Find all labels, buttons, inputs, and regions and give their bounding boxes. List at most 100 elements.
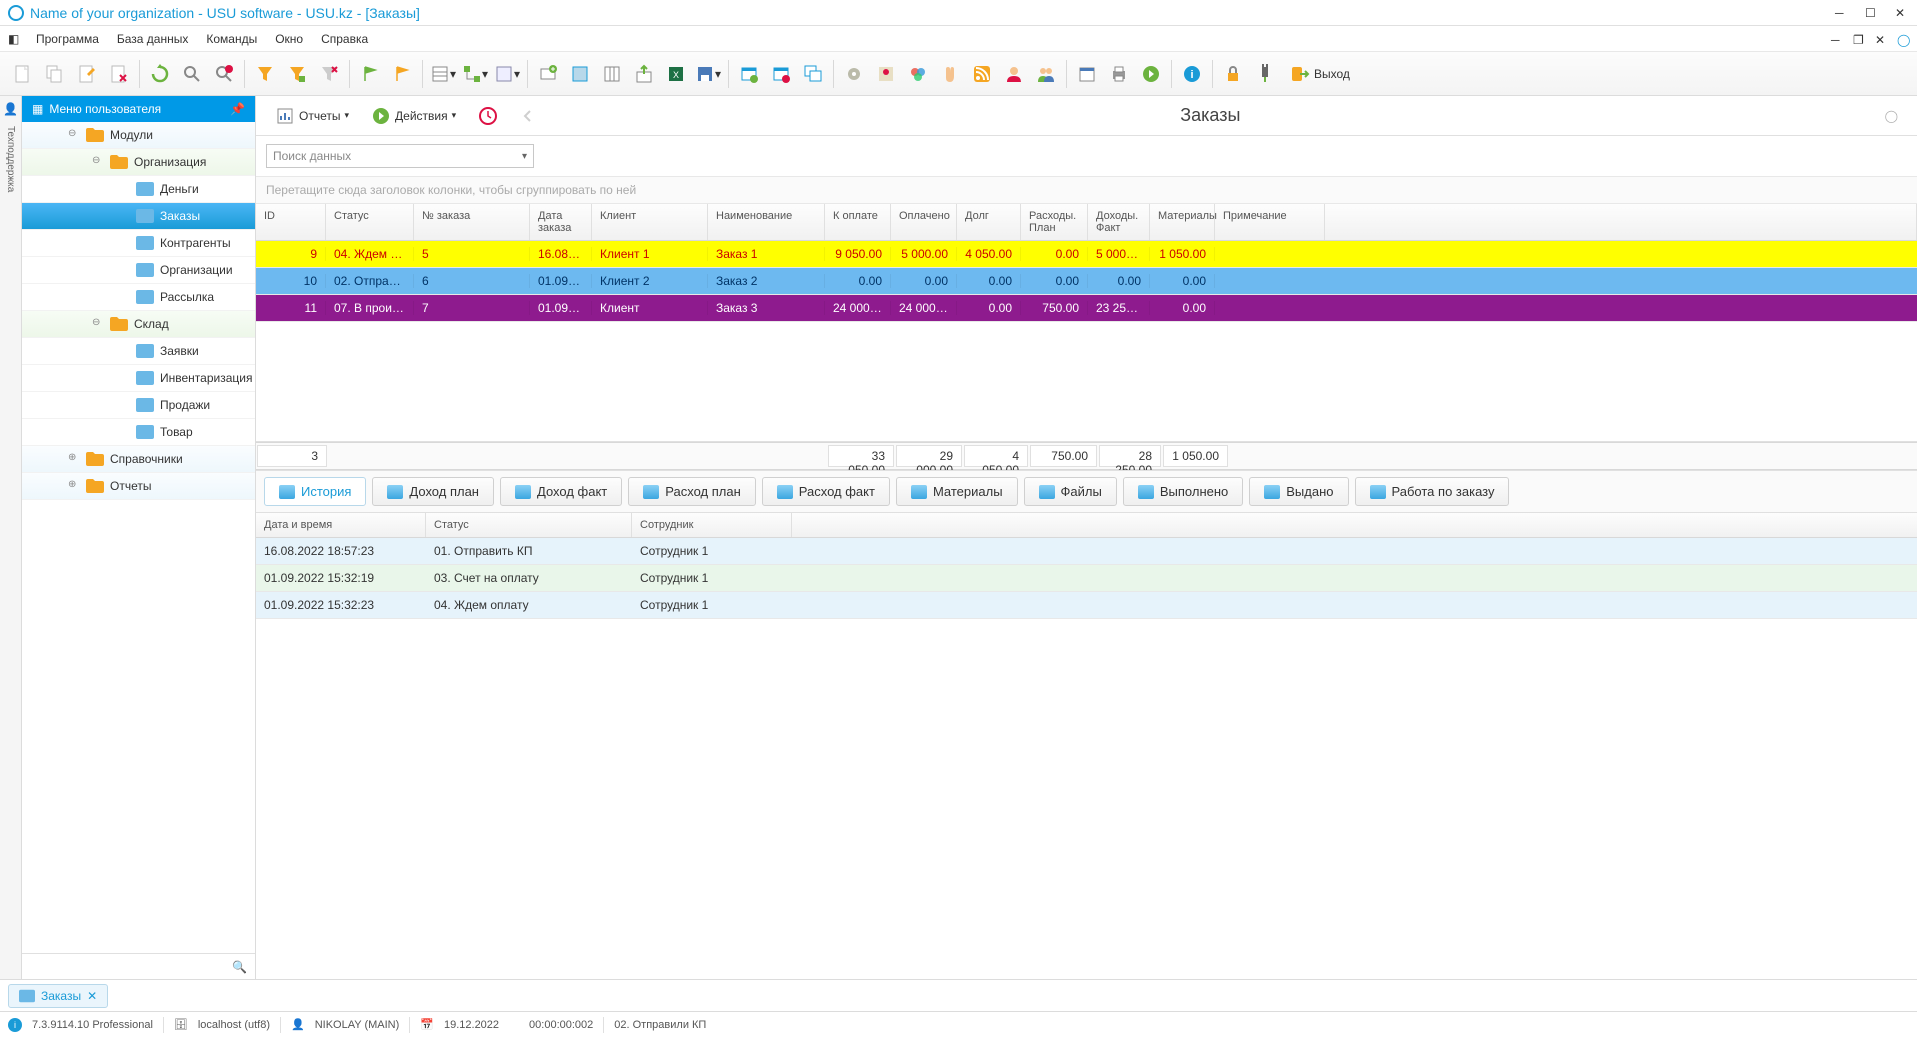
tb-edit-icon[interactable] [72, 59, 102, 89]
minimize-button[interactable]: ─ [1835, 6, 1849, 20]
tb-search-clear-icon[interactable] [209, 59, 239, 89]
col-mat[interactable]: Материалы [1150, 204, 1215, 240]
col-note[interactable]: Примечание [1215, 204, 1325, 240]
menu-database[interactable]: База данных [109, 28, 196, 50]
tree-warehouse[interactable]: ⊖Склад [22, 311, 255, 338]
col-paid[interactable]: Оплачено [891, 204, 957, 240]
tab-Выдано[interactable]: Выдано [1249, 477, 1348, 506]
tb-flag-green-icon[interactable] [355, 59, 385, 89]
reports-button[interactable]: Отчеты▾ [266, 101, 358, 131]
content-menu-button[interactable]: ◯ [1876, 104, 1907, 128]
hcol-employee[interactable]: Сотрудник [632, 513, 792, 537]
col-client[interactable]: Клиент [592, 204, 708, 240]
tb-columns-dd-icon[interactable]: ▾ [428, 59, 458, 89]
back-button[interactable] [511, 103, 545, 129]
grid-row[interactable]: 904. Ждем оплату516.08.2022Клиент 1Заказ… [256, 241, 1917, 268]
tb-export-icon[interactable] [629, 59, 659, 89]
hcol-datetime[interactable]: Дата и время [256, 513, 426, 537]
tb-hand-icon[interactable] [935, 59, 965, 89]
tb-flag-orange-icon[interactable] [387, 59, 417, 89]
tb-search-icon[interactable] [177, 59, 207, 89]
tab-Работа по заказу[interactable]: Работа по заказу [1355, 477, 1510, 506]
history-row[interactable]: 01.09.2022 15:32:1903. Счет на оплатуСот… [256, 565, 1917, 592]
tb-info-icon[interactable]: i [1177, 59, 1207, 89]
col-expplan[interactable]: Расходы. План [1021, 204, 1088, 240]
tb-color-icon[interactable] [903, 59, 933, 89]
tb-window-close-icon[interactable] [766, 59, 796, 89]
col-status[interactable]: Статус [326, 204, 414, 240]
menu-commands[interactable]: Команды [198, 28, 265, 50]
menu-window[interactable]: Окно [267, 28, 311, 50]
tb-window-add-icon[interactable] [734, 59, 764, 89]
wintab-close-icon[interactable]: ✕ [87, 989, 97, 1003]
tb-pin-map-icon[interactable] [871, 59, 901, 89]
tb-rss-icon[interactable] [967, 59, 997, 89]
tb-new-icon[interactable] [8, 59, 38, 89]
status-info-icon[interactable]: i [8, 1018, 22, 1032]
tree-references[interactable]: ⊕Справочники [22, 446, 255, 473]
left-user-icon[interactable]: 👤 [3, 102, 18, 116]
tree-organization[interactable]: ⊖Организация [22, 149, 255, 176]
tb-plug-icon[interactable] [1250, 59, 1280, 89]
support-tab[interactable]: Техподдержка [3, 120, 18, 198]
grid-row[interactable]: 1107. В производ...701.09.2022КлиентЗака… [256, 295, 1917, 322]
tb-tree-dd-icon[interactable]: ▾ [460, 59, 490, 89]
tab-История[interactable]: История [264, 477, 366, 506]
tb-delete-icon[interactable] [104, 59, 134, 89]
tb-excel-icon[interactable]: X [661, 59, 691, 89]
tb-filter-icon[interactable] [250, 59, 280, 89]
tree-reports[interactable]: ⊕Отчеты [22, 473, 255, 500]
tree-requests[interactable]: Заявки [22, 338, 255, 365]
tb-lock-icon[interactable] [1218, 59, 1248, 89]
tb-fit-columns-icon[interactable] [597, 59, 627, 89]
tree-sales[interactable]: Продажи [22, 392, 255, 419]
sidebar-pin-icon[interactable]: 📌 [230, 102, 245, 116]
history-row[interactable]: 01.09.2022 15:32:2304. Ждем оплатуСотруд… [256, 592, 1917, 619]
tab-Файлы[interactable]: Файлы [1024, 477, 1117, 506]
tb-gear-icon[interactable] [839, 59, 869, 89]
tb-filter-clear-icon[interactable] [314, 59, 344, 89]
tb-print-icon[interactable] [1104, 59, 1134, 89]
tree-goods[interactable]: Товар [22, 419, 255, 446]
tb-save-dd-icon[interactable]: ▾ [693, 59, 723, 89]
search-dropdown-icon[interactable]: ▾ [522, 151, 527, 162]
search-input[interactable]: Поиск данных ▾ [266, 144, 534, 168]
tab-Расход факт[interactable]: Расход факт [762, 477, 890, 506]
tab-Выполнено[interactable]: Выполнено [1123, 477, 1243, 506]
tb-windows-icon[interactable] [798, 59, 828, 89]
tb-calendar-icon[interactable] [1072, 59, 1102, 89]
tb-view-dd-icon[interactable]: ▾ [492, 59, 522, 89]
history-row[interactable]: 16.08.2022 18:57:2301. Отправить КПСотру… [256, 538, 1917, 565]
tb-add-row-icon[interactable] [533, 59, 563, 89]
tab-Материалы[interactable]: Материалы [896, 477, 1018, 506]
tb-select-all-icon[interactable] [565, 59, 595, 89]
tab-Доход факт[interactable]: Доход факт [500, 477, 622, 506]
col-ordnum[interactable]: № заказа [414, 204, 530, 240]
col-pay[interactable]: К оплате [825, 204, 891, 240]
clock-button[interactable] [469, 101, 507, 131]
tb-user-icon[interactable] [999, 59, 1029, 89]
close-button[interactable]: ✕ [1895, 6, 1909, 20]
tb-refresh-icon[interactable] [145, 59, 175, 89]
hcol-status[interactable]: Статус [426, 513, 632, 537]
grid-blank-area[interactable] [256, 322, 1917, 442]
maximize-button[interactable]: ☐ [1865, 6, 1879, 20]
tab-Доход план[interactable]: Доход план [372, 477, 494, 506]
sidebar-search-icon[interactable]: 🔍 [232, 960, 247, 974]
grid-row[interactable]: 1002. Отправили ...601.09.2022Клиент 2За… [256, 268, 1917, 295]
sub-help-button[interactable]: ◯ [1897, 33, 1909, 45]
col-id[interactable]: ID [256, 204, 326, 240]
menu-help[interactable]: Справка [313, 28, 376, 50]
tab-Расход план[interactable]: Расход план [628, 477, 756, 506]
tb-next-icon[interactable] [1136, 59, 1166, 89]
tree-orders[interactable]: Заказы [22, 203, 255, 230]
tb-copy-icon[interactable] [40, 59, 70, 89]
sub-minimize-button[interactable]: ─ [1831, 33, 1843, 45]
tree-inventory[interactable]: Инвентаризация [22, 365, 255, 392]
tree-organizations[interactable]: Организации [22, 257, 255, 284]
tree-modules[interactable]: ⊖Модули [22, 122, 255, 149]
col-debt[interactable]: Долг [957, 204, 1021, 240]
tb-exit-button[interactable]: Выход [1282, 60, 1358, 88]
tb-filter-builder-icon[interactable] [282, 59, 312, 89]
col-date[interactable]: Дата заказа [530, 204, 592, 240]
